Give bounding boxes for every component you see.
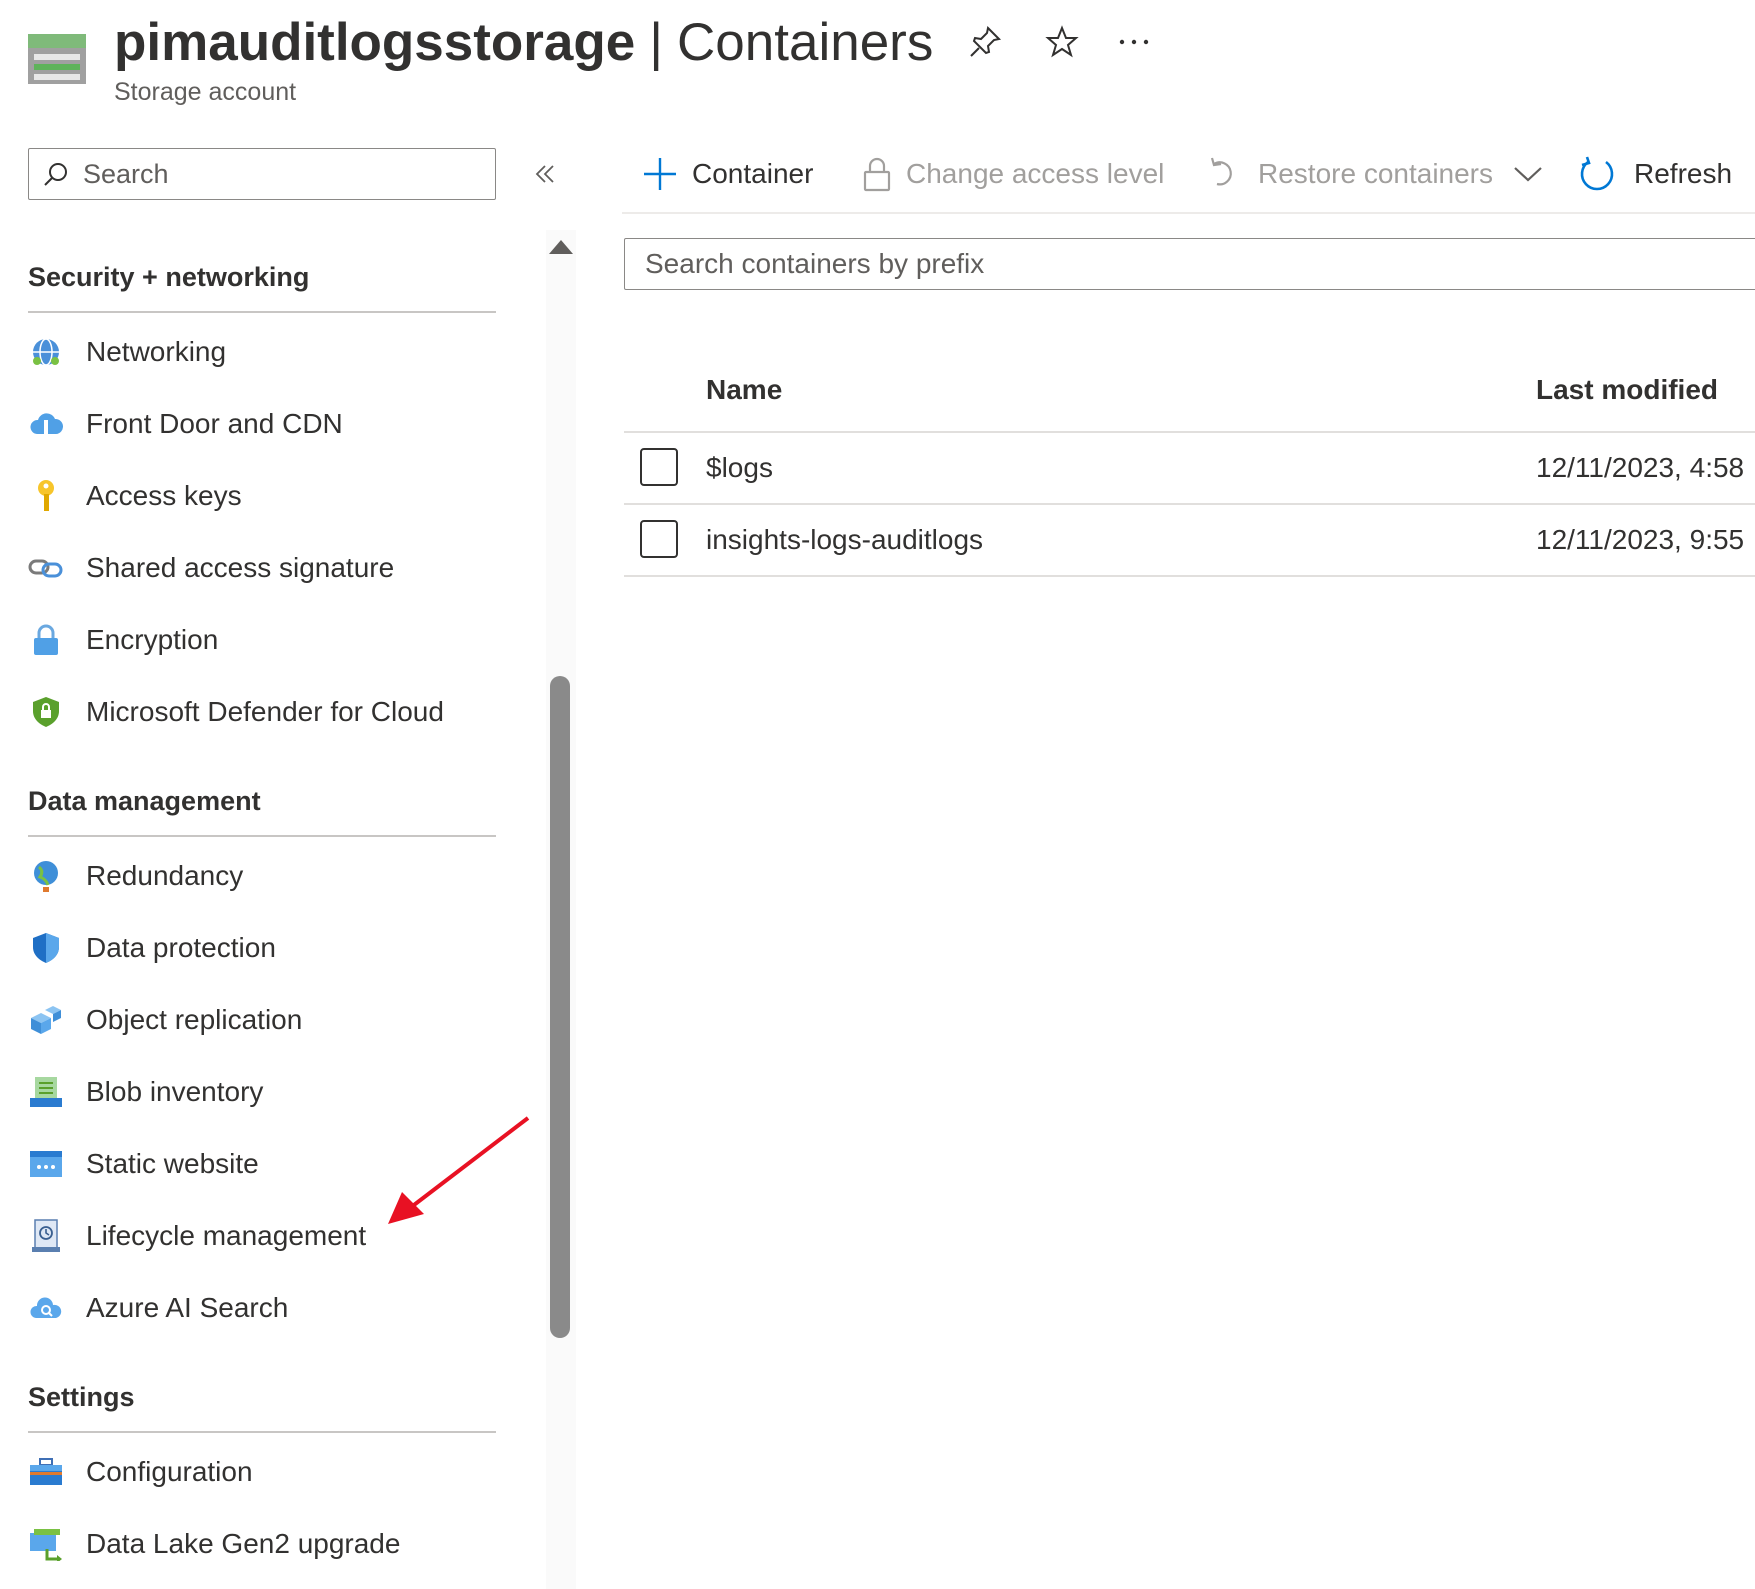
sidebar-item-shared-access-signature[interactable]: Shared access signature <box>28 540 498 596</box>
sidebar-item-label: Front Door and CDN <box>86 408 343 439</box>
defender-shield-icon <box>28 694 64 730</box>
annotation-arrow-icon <box>388 1116 530 1224</box>
sidebar-item-label: Redundancy <box>86 860 244 891</box>
toolbar-divider <box>622 212 1755 214</box>
star-icon[interactable] <box>1042 22 1082 62</box>
container-name-link[interactable]: $logs <box>706 452 773 484</box>
restore-containers-button[interactable]: Restore containers <box>1208 150 1543 198</box>
sidebar-item-label: Lifecycle management <box>86 1220 367 1251</box>
sidebar-search-input[interactable] <box>81 157 465 191</box>
title-separator: | <box>649 13 664 72</box>
storage-account-icon <box>28 34 86 84</box>
sidebar-item-label: Data protection <box>86 932 276 963</box>
double-chevron-left-icon[interactable] <box>530 158 560 190</box>
sidebar-item-azure-ai-search[interactable]: Azure AI Search <box>28 1280 498 1336</box>
globe-icon <box>28 858 64 894</box>
lock-icon <box>28 622 64 658</box>
last-modified-cell: 12/11/2023, 4:58 <box>1536 452 1745 483</box>
row-checkbox[interactable] <box>640 520 678 558</box>
container-prefix-search[interactable] <box>624 238 1755 290</box>
undo-icon <box>1210 157 1232 186</box>
pin-icon[interactable] <box>965 22 1005 62</box>
refresh-label: Refresh <box>1634 158 1733 189</box>
sidebar-item-label: Data Lake Gen2 upgrade <box>86 1528 401 1559</box>
group-heading-data-management: Data management <box>28 786 261 816</box>
resource-name: pimauditlogsstorage <box>114 13 636 72</box>
add-container-button[interactable]: Container <box>642 150 813 198</box>
chevron-down-icon[interactable] <box>1513 164 1543 184</box>
sidebar-item-configuration[interactable]: Configuration <box>28 1444 498 1500</box>
page-subtitle: Storage account <box>114 78 297 106</box>
sidebar-item-microsoft-defender[interactable]: Microsoft Defender for Cloud <box>28 684 498 740</box>
group-divider <box>28 1431 496 1433</box>
cloud-search-icon <box>28 1290 64 1326</box>
group-divider <box>28 835 496 837</box>
column-header-name[interactable]: Name <box>706 374 782 406</box>
row-checkbox[interactable] <box>640 448 678 486</box>
upgrade-icon <box>28 1526 64 1562</box>
group-heading-settings: Settings <box>28 1382 135 1412</box>
refresh-button[interactable]: Refresh <box>1578 150 1732 198</box>
sidebar-item-redundancy[interactable]: Redundancy <box>28 848 498 904</box>
cubes-icon <box>28 1002 64 1038</box>
restore-containers-label: Restore containers <box>1258 158 1494 189</box>
more-icon[interactable] <box>1114 22 1154 62</box>
sidebar-item-label: Shared access signature <box>86 552 395 583</box>
group-heading-security-networking: Security + networking <box>28 262 310 292</box>
sidebar-item-object-replication[interactable]: Object replication <box>28 992 498 1048</box>
cloud-cdn-icon <box>28 406 64 442</box>
add-container-label: Container <box>692 158 814 189</box>
search-icon <box>44 163 67 186</box>
toolbox-icon <box>28 1454 64 1490</box>
sidebar-item-label: Access keys <box>86 480 242 511</box>
sidebar-item-encryption[interactable]: Encryption <box>28 612 498 668</box>
sidebar-item-label: Object replication <box>86 1004 303 1035</box>
sidebar-item-label: Static website <box>86 1148 259 1179</box>
row-divider <box>624 575 1755 577</box>
website-icon <box>28 1146 64 1182</box>
last-modified-cell: 12/11/2023, 9:55 <box>1536 524 1745 555</box>
page-title: pimauditlogsstorage | Containers <box>114 8 933 78</box>
lock-icon <box>863 157 891 192</box>
row-divider <box>624 503 1755 505</box>
link-chain-icon <box>28 550 64 586</box>
sidebar-item-access-keys[interactable]: Access keys <box>28 468 498 524</box>
section-name: Containers <box>677 13 934 72</box>
sidebar-search[interactable] <box>28 148 496 200</box>
networking-icon <box>28 334 64 370</box>
inventory-icon <box>28 1074 64 1110</box>
sidebar-item-label: Networking <box>86 336 227 367</box>
shield-icon <box>28 930 64 966</box>
sidebar-item-front-door-cdn[interactable]: Front Door and CDN <box>28 396 498 452</box>
group-divider <box>28 311 496 313</box>
header-divider <box>624 431 1755 433</box>
change-access-level-button[interactable]: Change access level <box>862 150 1164 198</box>
lifecycle-icon <box>28 1218 64 1254</box>
container-prefix-search-input[interactable] <box>643 239 1747 289</box>
sidebar-item-label: Azure AI Search <box>86 1292 289 1323</box>
key-icon <box>28 478 64 514</box>
plus-icon <box>644 158 676 190</box>
sidebar-item-data-protection[interactable]: Data protection <box>28 920 498 976</box>
sidebar-item-data-lake-gen2-upgrade[interactable]: Data Lake Gen2 upgrade <box>28 1516 498 1572</box>
refresh-icon <box>1580 156 1614 191</box>
sidebar-item-label: Configuration <box>86 1456 253 1487</box>
container-name-link[interactable]: insights-logs-auditlogs <box>706 524 983 556</box>
scroll-up-arrow-icon[interactable] <box>549 240 573 254</box>
sidebar-item-networking[interactable]: Networking <box>28 324 498 380</box>
sidebar-item-label: Microsoft Defender for Cloud <box>86 696 444 727</box>
column-header-last-modified[interactable]: Last modified <box>1536 374 1718 406</box>
sidebar-item-label: Encryption <box>86 624 219 655</box>
change-access-level-label: Change access level <box>906 158 1165 189</box>
sidebar-item-label: Blob inventory <box>86 1076 264 1107</box>
sidebar-scrollbar-thumb[interactable] <box>550 676 570 1338</box>
